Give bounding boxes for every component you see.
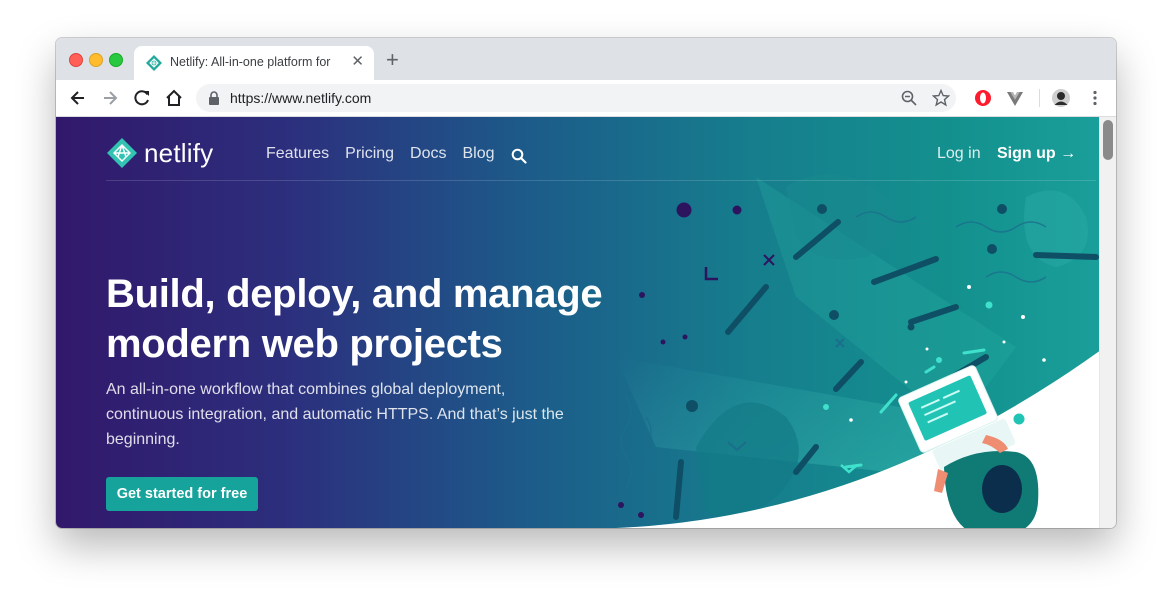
hero-subtitle: An all-in-one workflow that combines glo… [106,381,564,448]
nav-link-pricing[interactable]: Pricing [345,145,394,162]
scrollbar-thumb[interactable] [1103,120,1113,160]
tab-strip: Netlify: All-in-one platform for ✕ + [56,38,1116,80]
headline-line-2: modern web projects [106,322,503,366]
back-icon[interactable] [68,88,88,108]
page-scrollbar[interactable] [1099,117,1116,528]
netlify-favicon-icon [146,55,162,71]
home-icon[interactable] [164,88,184,108]
profile-avatar-icon[interactable] [1052,89,1070,107]
browser-window: Netlify: All-in-one platform for ✕ + htt… [56,38,1116,528]
nav-link-docs[interactable]: Docs [410,145,446,162]
search-icon[interactable] [511,148,527,164]
netlify-logo-icon [107,138,137,168]
browser-menu-icon[interactable] [1086,89,1104,107]
get-started-button[interactable]: Get started for free [106,477,258,511]
browser-toolbar: https://www.netlify.com [56,80,1116,117]
brand-name: netlify [144,138,214,168]
nav-link-features[interactable]: Features [266,145,329,162]
tab-close-button[interactable]: ✕ [351,53,364,71]
reload-icon[interactable] [132,88,152,108]
zoom-icon[interactable] [900,89,918,107]
login-link[interactable]: Log in [937,145,981,163]
browser-tab[interactable]: Netlify: All-in-one platform for ✕ [134,46,374,80]
opera-extension-icon[interactable] [974,89,992,107]
tab-title: Netlify: All-in-one platform for [170,55,331,69]
header-divider [106,180,1096,181]
close-window-button[interactable] [69,53,83,67]
address-bar[interactable]: https://www.netlify.com [196,84,956,112]
main-nav: Features Pricing Docs Blog [266,145,511,163]
headline-line-1: Build, deploy, and manage [106,272,603,316]
vue-extension-icon[interactable] [1006,89,1024,107]
url-text: https://www.netlify.com [230,90,372,106]
lock-icon [209,91,219,105]
maximize-window-button[interactable] [109,53,123,67]
new-tab-button[interactable]: + [386,49,399,71]
hero-headline: Build, deploy, and manage modern web pro… [106,269,666,369]
signup-link[interactable]: Sign up → [997,145,1076,163]
nav-link-blog[interactable]: Blog [463,145,495,162]
minimize-window-button[interactable] [89,53,103,67]
toolbar-divider [1039,89,1040,107]
page-viewport: netlify Features Pricing Docs Blog Log in S… [56,117,1116,528]
forward-icon[interactable] [100,88,120,108]
bookmark-star-icon[interactable] [932,89,950,107]
